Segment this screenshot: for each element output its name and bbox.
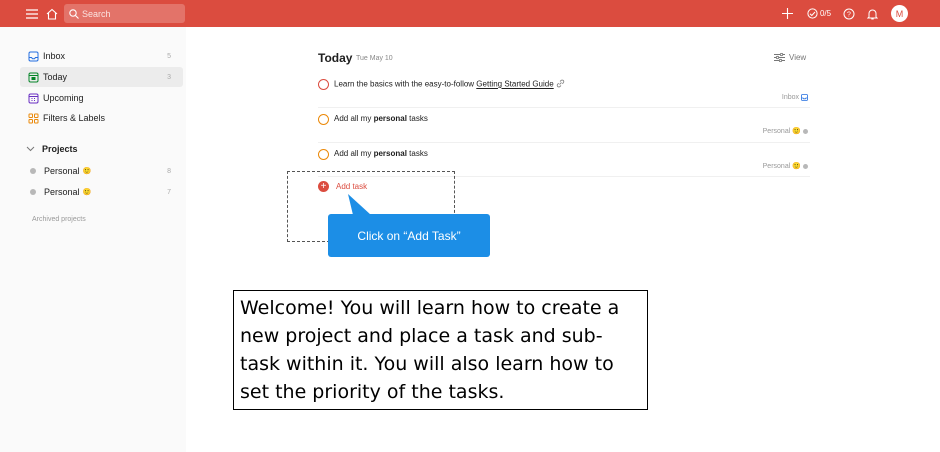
sidebar-item-upcoming[interactable]: Upcoming (20, 88, 183, 108)
projects-heading[interactable]: Projects (26, 142, 78, 156)
karma-count: 0/5 (819, 9, 832, 18)
help-icon[interactable]: ? (842, 0, 856, 27)
task-project-label: Personal (762, 127, 791, 135)
project-color-dot (30, 189, 36, 195)
task-checkbox[interactable] (318, 149, 329, 160)
tutorial-callout[interactable]: Click on “Add Task” (328, 214, 490, 257)
task-text-bold: personal (373, 149, 407, 158)
task-content: Add all my personal tasks (334, 149, 428, 158)
sidebar-item-label: Upcoming (43, 93, 84, 103)
link-icon (556, 79, 565, 90)
task-project-label: Inbox (781, 94, 799, 101)
add-icon[interactable] (780, 0, 794, 27)
project-emoji: 🙂 (82, 168, 92, 175)
task-text: Learn the basics with the easy-to-follow (334, 79, 477, 89)
task-text: Add all my (334, 149, 374, 158)
task-item[interactable]: Learn the basics with the easy-to-follow… (318, 78, 810, 108)
task-project-meta[interactable]: Personal 🙂 (763, 127, 808, 135)
task-project-emoji: 🙂 (792, 163, 801, 170)
getting-started-link[interactable]: Getting Started Guide (476, 80, 553, 89)
project-color-dot (30, 168, 36, 174)
project-color-dot (803, 163, 808, 169)
sidebar-item-count: 5 (167, 52, 171, 60)
task-divider (318, 107, 810, 108)
sidebar-project-personal[interactable]: Personal 🙂 7 (26, 184, 183, 200)
search-input[interactable] (82, 8, 177, 19)
view-button[interactable]: View (774, 51, 806, 63)
sidebar-item-label: Today (43, 72, 68, 82)
productivity-icon (807, 8, 818, 19)
chevron-down-icon (26, 146, 35, 152)
task-text: Add all my (334, 114, 374, 123)
project-emoji: 🙂 (82, 189, 92, 196)
filters-icon (26, 113, 40, 124)
search-icon (69, 8, 79, 19)
sidebar-item-label: Filters & Labels (43, 113, 106, 123)
task-checkbox[interactable] (318, 79, 329, 90)
task-project-meta[interactable]: Inbox (782, 94, 808, 101)
task-content: Add all my personal tasks (334, 114, 428, 123)
search-box[interactable] (64, 4, 185, 23)
project-label: Personal (44, 166, 80, 176)
archived-projects-link[interactable]: Archived projects (32, 216, 86, 223)
project-label: Personal (44, 187, 80, 197)
sidebar-item-label: Inbox (43, 51, 66, 61)
task-project-label: Personal (762, 162, 791, 170)
project-count: 8 (167, 167, 171, 175)
sidebar-project-personal[interactable]: Personal 🙂 8 (26, 163, 183, 179)
plus-icon: + (318, 181, 329, 192)
projects-heading-label: Projects (42, 144, 78, 154)
sidebar-item-inbox[interactable]: Inbox 5 (20, 46, 183, 66)
inbox-icon (26, 51, 40, 62)
calendar-today-icon (26, 72, 40, 83)
inbox-icon (801, 94, 808, 101)
calendar-upcoming-icon (26, 93, 40, 104)
sliders-icon (774, 52, 785, 62)
page-date: Tue May 10 (356, 55, 393, 62)
task-project-emoji: 🙂 (792, 128, 801, 135)
sidebar-item-today[interactable]: Today 3 (20, 67, 183, 87)
welcome-message: Welcome! You will learn how to create a … (233, 290, 648, 410)
productivity-button[interactable]: 0/5 (804, 0, 834, 27)
add-task-button[interactable]: + Add task (318, 181, 367, 192)
svg-text:?: ? (847, 11, 851, 18)
sidebar: Inbox 5 Today 3 Upcoming Filters & Label… (0, 27, 186, 452)
menu-icon[interactable] (24, 0, 40, 27)
task-text: tasks (406, 149, 428, 158)
task-text-bold: personal (373, 114, 407, 123)
task-checkbox[interactable] (318, 114, 329, 125)
view-label: View (789, 52, 807, 62)
avatar[interactable]: M (891, 5, 908, 22)
project-count: 7 (167, 188, 171, 196)
sidebar-item-filters-labels[interactable]: Filters & Labels (20, 108, 183, 128)
task-divider (318, 142, 810, 143)
bell-icon[interactable] (865, 0, 879, 27)
home-icon[interactable] (44, 0, 60, 27)
task-text: tasks (406, 114, 428, 123)
sidebar-item-count: 3 (167, 73, 171, 81)
task-content: Learn the basics with the easy-to-follow… (334, 79, 565, 90)
top-bar: 0/5 ? M (0, 0, 940, 27)
page-title: Today (318, 51, 353, 65)
add-task-label: Add task (336, 182, 368, 191)
project-color-dot (803, 128, 808, 134)
task-project-meta[interactable]: Personal 🙂 (763, 162, 808, 170)
task-item[interactable]: Add all my personal tasks Personal 🙂 (318, 113, 810, 143)
